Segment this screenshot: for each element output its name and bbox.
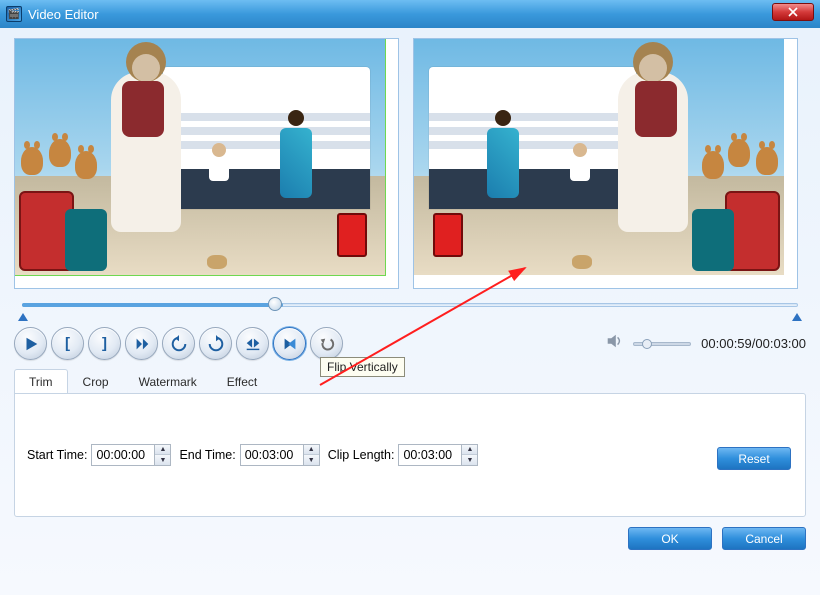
preview-original[interactable]	[14, 38, 399, 289]
ok-button[interactable]: OK	[628, 527, 712, 550]
mark-out-button[interactable]: ]	[88, 327, 121, 360]
reset-button[interactable]: Reset	[717, 447, 791, 470]
cancel-button[interactable]: Cancel	[722, 527, 806, 550]
trim-marker-in[interactable]	[18, 313, 28, 321]
end-time-up[interactable]: ▲	[304, 445, 319, 455]
start-time-up[interactable]: ▲	[155, 445, 170, 455]
rotate-ccw-button[interactable]	[162, 327, 195, 360]
app-icon	[6, 6, 22, 22]
clip-length-input[interactable]: ▲▼	[398, 444, 478, 466]
content-area: [ ] Flip Vertically 00	[0, 28, 820, 595]
dialog-footer: OK Cancel	[14, 527, 806, 550]
preview-result[interactable]	[413, 38, 798, 289]
clip-length-up[interactable]: ▲	[462, 445, 477, 455]
start-time-down[interactable]: ▼	[155, 455, 170, 465]
flip-vertical-button[interactable]	[273, 327, 306, 360]
end-time-down[interactable]: ▼	[304, 455, 319, 465]
clip-length-label: Clip Length:	[328, 448, 395, 462]
timeline-thumb[interactable]	[268, 297, 282, 311]
play-button[interactable]	[14, 327, 47, 360]
end-time-label: End Time:	[179, 448, 235, 462]
mark-in-button[interactable]: [	[51, 327, 84, 360]
flip-horizontal-button[interactable]	[236, 327, 269, 360]
volume-thumb[interactable]	[642, 339, 652, 349]
preview-result-frame	[414, 39, 784, 275]
undo-button[interactable]	[310, 327, 343, 360]
close-button[interactable]	[772, 3, 814, 21]
trim-marker-out[interactable]	[792, 313, 802, 321]
clip-length-down[interactable]: ▼	[462, 455, 477, 465]
start-time-label: Start Time:	[27, 448, 87, 462]
timeline[interactable]	[14, 295, 806, 319]
tab-watermark[interactable]: Watermark	[124, 369, 212, 394]
tab-trim[interactable]: Trim	[14, 369, 68, 394]
tab-panel-trim: Start Time: ▲▼ End Time: ▲▼ Clip Length:…	[14, 393, 806, 517]
rotate-cw-button[interactable]	[199, 327, 232, 360]
preview-row	[14, 38, 806, 289]
step-forward-button[interactable]	[125, 327, 158, 360]
speaker-icon[interactable]	[605, 332, 623, 355]
volume-slider[interactable]	[633, 342, 691, 346]
window-title: Video Editor	[28, 7, 99, 22]
end-time-input[interactable]: ▲▼	[240, 444, 320, 466]
start-time-input[interactable]: ▲▼	[91, 444, 171, 466]
tab-crop[interactable]: Crop	[68, 369, 124, 394]
preview-original-frame	[15, 39, 385, 275]
transport-controls: [ ] Flip Vertically 00	[14, 327, 806, 360]
tab-effect[interactable]: Effect	[212, 369, 272, 394]
tabbar: Trim Crop Watermark Effect	[14, 368, 806, 393]
titlebar: Video Editor	[0, 0, 820, 28]
timeline-progress	[22, 303, 283, 307]
time-readout: 00:00:59/00:03:00	[701, 336, 806, 351]
